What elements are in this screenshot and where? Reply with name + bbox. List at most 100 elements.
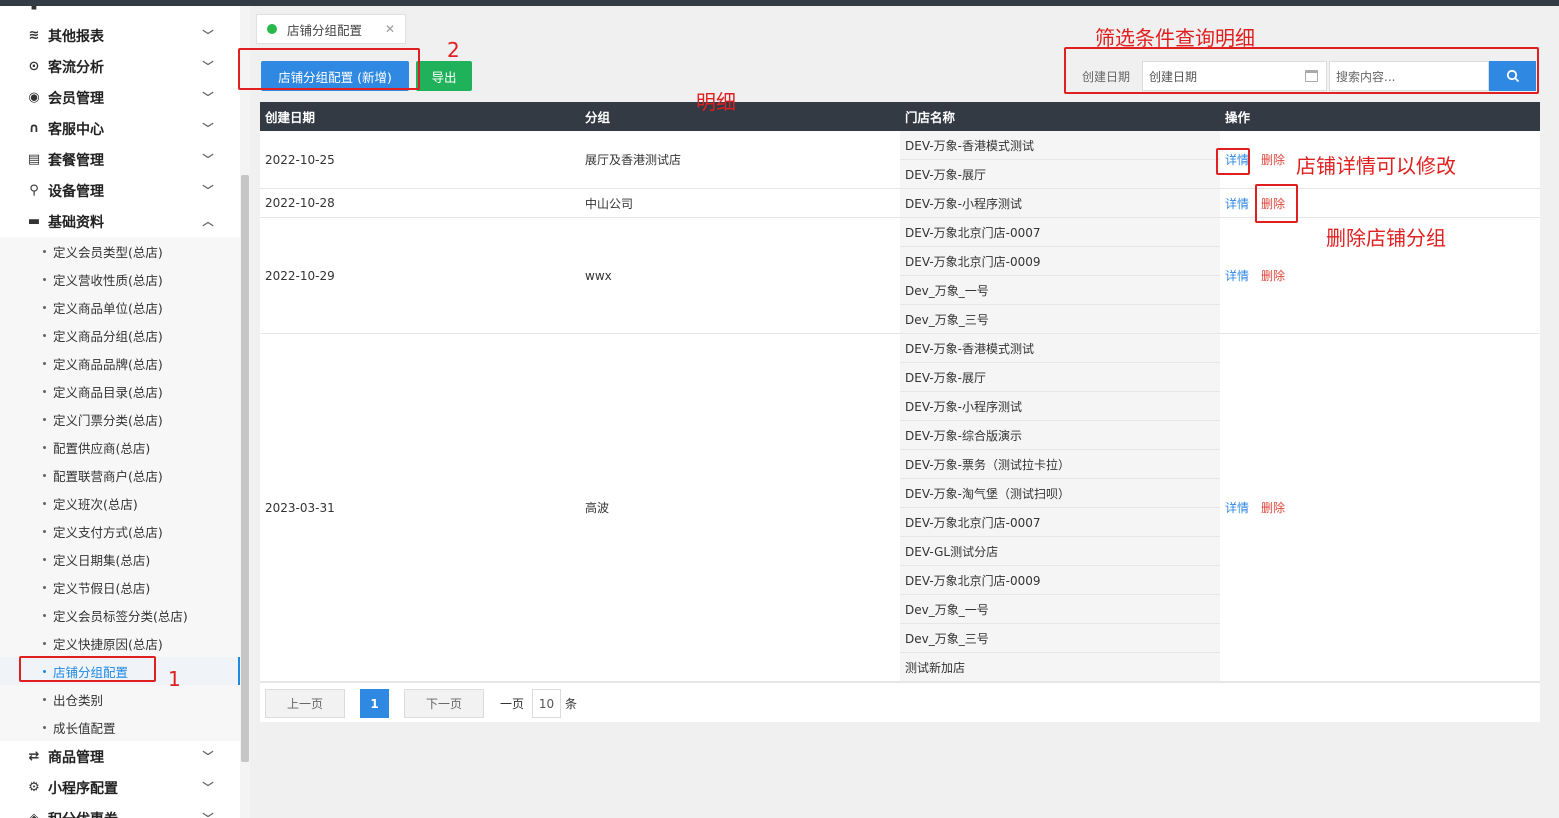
cell-created-date: 2022-10-25 (265, 152, 335, 167)
cell-actions: 详情 删除 (1220, 334, 1285, 681)
sidebar-subitem[interactable]: 定义会员标签分类(总店) (0, 601, 240, 629)
delete-link[interactable]: 删除 (1261, 151, 1285, 168)
store-name: DEV-万象北京门店-0007 (900, 508, 1220, 537)
annotation-filter-note: 筛选条件查询明细 (1095, 26, 1255, 50)
store-name: Dev_万象_三号 (900, 305, 1220, 334)
chevron-down-icon: ﹀ (202, 60, 214, 73)
store-name: DEV-万象北京门店-0009 (900, 566, 1220, 595)
sidebar-subitem-label: 定义商品分组(总店) (53, 328, 163, 344)
sidebar-subitem-label: 定义商品单位(总店) (53, 300, 163, 316)
sidebar-menu-label: 商品管理 (48, 749, 104, 766)
annotation-detail-note: 明细 (696, 90, 736, 114)
sidebar-subitem[interactable]: 定义营收性质(总店) (0, 265, 240, 293)
annotation-box-detail (1216, 148, 1250, 175)
cell-store-list: DEV-万象-香港模式测试 DEV-万象-展厅 (900, 131, 1220, 189)
sidebar-subitem[interactable]: 定义商品单位(总店) (0, 293, 240, 321)
sidebar-menu[interactable]: ◉ 会员管理 ﹀ (0, 82, 240, 113)
sidebar-subitem[interactable]: 定义商品品牌(总店) (0, 349, 240, 377)
delete-link[interactable]: 删除 (1261, 267, 1285, 284)
bullet-icon (43, 333, 46, 337)
delete-link[interactable]: 删除 (1261, 499, 1285, 516)
store-name: Dev_万象_三号 (900, 624, 1220, 653)
sidebar-subitem[interactable]: 定义商品目录(总店) (0, 377, 240, 405)
chevron-down-icon: ﹀ (202, 91, 214, 104)
tab-store-group-config[interactable]: 店铺分组配置 ✕ (256, 14, 406, 44)
cell-created-date: 2022-10-28 (265, 196, 335, 210)
sidebar-subitem[interactable]: 定义门票分类(总店) (0, 405, 240, 433)
sidebar-menu[interactable]: ▬ 基础资料 ︿ (0, 206, 240, 237)
cell-group-name: 展厅及香港测试店 (585, 153, 682, 167)
sidebar-menu[interactable]: ⚲ 设备管理 ﹀ (0, 175, 240, 206)
store-name: Dev_万象_一号 (900, 276, 1220, 305)
sidebar-subitem[interactable]: 配置联营商户(总店) (0, 461, 240, 489)
bullet-icon (43, 361, 46, 365)
sidebar-subitem[interactable]: 定义班次(总店) (0, 489, 240, 517)
cell-group-name: 高波 (585, 501, 610, 515)
chevron-up-icon: ︿ (202, 215, 214, 228)
prev-page-button[interactable]: 上一页 (265, 689, 345, 718)
sidebar-scroll-thumb[interactable] (241, 175, 249, 762)
sidebar-subitem-label: 定义营收性质(总店) (53, 272, 163, 288)
sidebar-subitem[interactable]: 定义节假日(总店) (0, 573, 240, 601)
table-header: 创建日期 分组 门店名称 操作 (260, 102, 1540, 131)
cell-store-list: DEV-万象-小程序测试 (900, 189, 1220, 218)
per-page-suffix: 条 (565, 697, 578, 711)
chevron-down-icon: ﹀ (200, 809, 216, 818)
sidebar-menu-label: 会员管理 (48, 90, 104, 107)
export-button[interactable]: 导出 (416, 61, 472, 91)
store-name: Dev_万象_一号 (900, 595, 1220, 624)
sidebar-subitem-label: 成长值配置 (53, 720, 116, 736)
chevron-down-icon: ﹀ (202, 29, 214, 42)
swap-icon: ⇄ (28, 749, 40, 764)
sidebar-subitem[interactable]: 配置供应商(总店) (0, 433, 240, 461)
sidebar-subitem[interactable]: 定义商品分组(总店) (0, 321, 240, 349)
sidebar-menu[interactable]: ⚙ 小程序配置 ﹀ (0, 772, 240, 803)
cell-actions: 详情 删除 (1220, 218, 1285, 333)
detail-link[interactable]: 详情 (1225, 499, 1249, 516)
sidebar-subitem-label: 定义会员标签分类(总店) (53, 608, 188, 624)
sidebar-menu[interactable]: ∩ 客服中心 ﹀ (0, 113, 240, 144)
sidebar-subitem[interactable]: 定义会员类型(总店) (0, 237, 240, 265)
sidebar-menu[interactable]: ⇄ 商品管理 ﹀ (0, 741, 240, 772)
sidebar-subitem-label: 定义节假日(总店) (53, 580, 151, 596)
store-name: DEV-万象北京门店-0009 (900, 247, 1220, 276)
sidebar-menu-label: 客服中心 (48, 121, 104, 138)
store-name: DEV-万象-小程序测试 (900, 392, 1220, 421)
sidebar-subitem[interactable]: 成长值配置 (0, 713, 240, 741)
sidebar-subitem[interactable]: 定义快捷原因(总店) (0, 629, 240, 657)
detail-link[interactable]: 详情 (1225, 267, 1249, 284)
sidebar-subitem-label: 定义日期集(总店) (53, 552, 151, 568)
per-page-input[interactable]: 10 (532, 689, 561, 718)
header-created-date: 创建日期 (265, 110, 316, 125)
store-name: DEV-万象-小程序测试 (900, 189, 1220, 218)
sidebar-subitem[interactable]: 定义日期集(总店) (0, 545, 240, 573)
annotation-number-2: 2 (447, 38, 460, 62)
bullet-icon (43, 641, 46, 645)
sidebar-subitem-label: 定义快捷原因(总店) (53, 636, 163, 652)
report-icon: ▮ (26, 6, 42, 13)
next-page-button[interactable]: 下一页 (404, 689, 484, 718)
bullet-icon (43, 529, 46, 533)
sidebar-subitem-label: 配置供应商(总店) (53, 440, 151, 456)
pagination: 上一页 1 下一页 一页 10 条 (260, 682, 1540, 722)
sidebar-subitem[interactable]: 定义支付方式(总店) (0, 517, 240, 545)
bullet-icon (43, 501, 46, 505)
sidebar-menu[interactable]: ◈ 积分优惠券 ﹀ (0, 803, 240, 818)
sidebar-subitem-label: 定义门票分类(总店) (53, 412, 163, 428)
sidebar-subitem[interactable]: 出仓类别 (0, 685, 240, 713)
sidebar-menu[interactable]: ≋ 其他报表 ﹀ (0, 20, 240, 51)
data-table: 创建日期 分组 门店名称 操作 2022-10-25 展厅及香港测试店 DEV-万象… (260, 102, 1540, 722)
sidebar-menu[interactable]: ⊙ 客流分析 ﹀ (0, 51, 240, 82)
sidebar-menu[interactable]: ▤ 套餐管理 ﹀ (0, 144, 240, 175)
bullet-icon (43, 305, 46, 309)
annotation-box-sidebar-item (19, 656, 156, 682)
sidebar-menu[interactable]: ▮﹀ (0, 6, 240, 20)
store-name: DEV-万象-淘气堡（测试扫呗） (900, 479, 1220, 508)
detail-link[interactable]: 详情 (1225, 195, 1249, 212)
bullet-icon (43, 473, 46, 477)
sidebar-menu-label: 套餐管理 (48, 152, 104, 169)
store-name: DEV-万象-展厅 (900, 363, 1220, 392)
page-number-current[interactable]: 1 (360, 689, 389, 718)
close-icon[interactable]: ✕ (385, 22, 395, 36)
sidebar-menu-label: 基础资料 (48, 214, 104, 231)
